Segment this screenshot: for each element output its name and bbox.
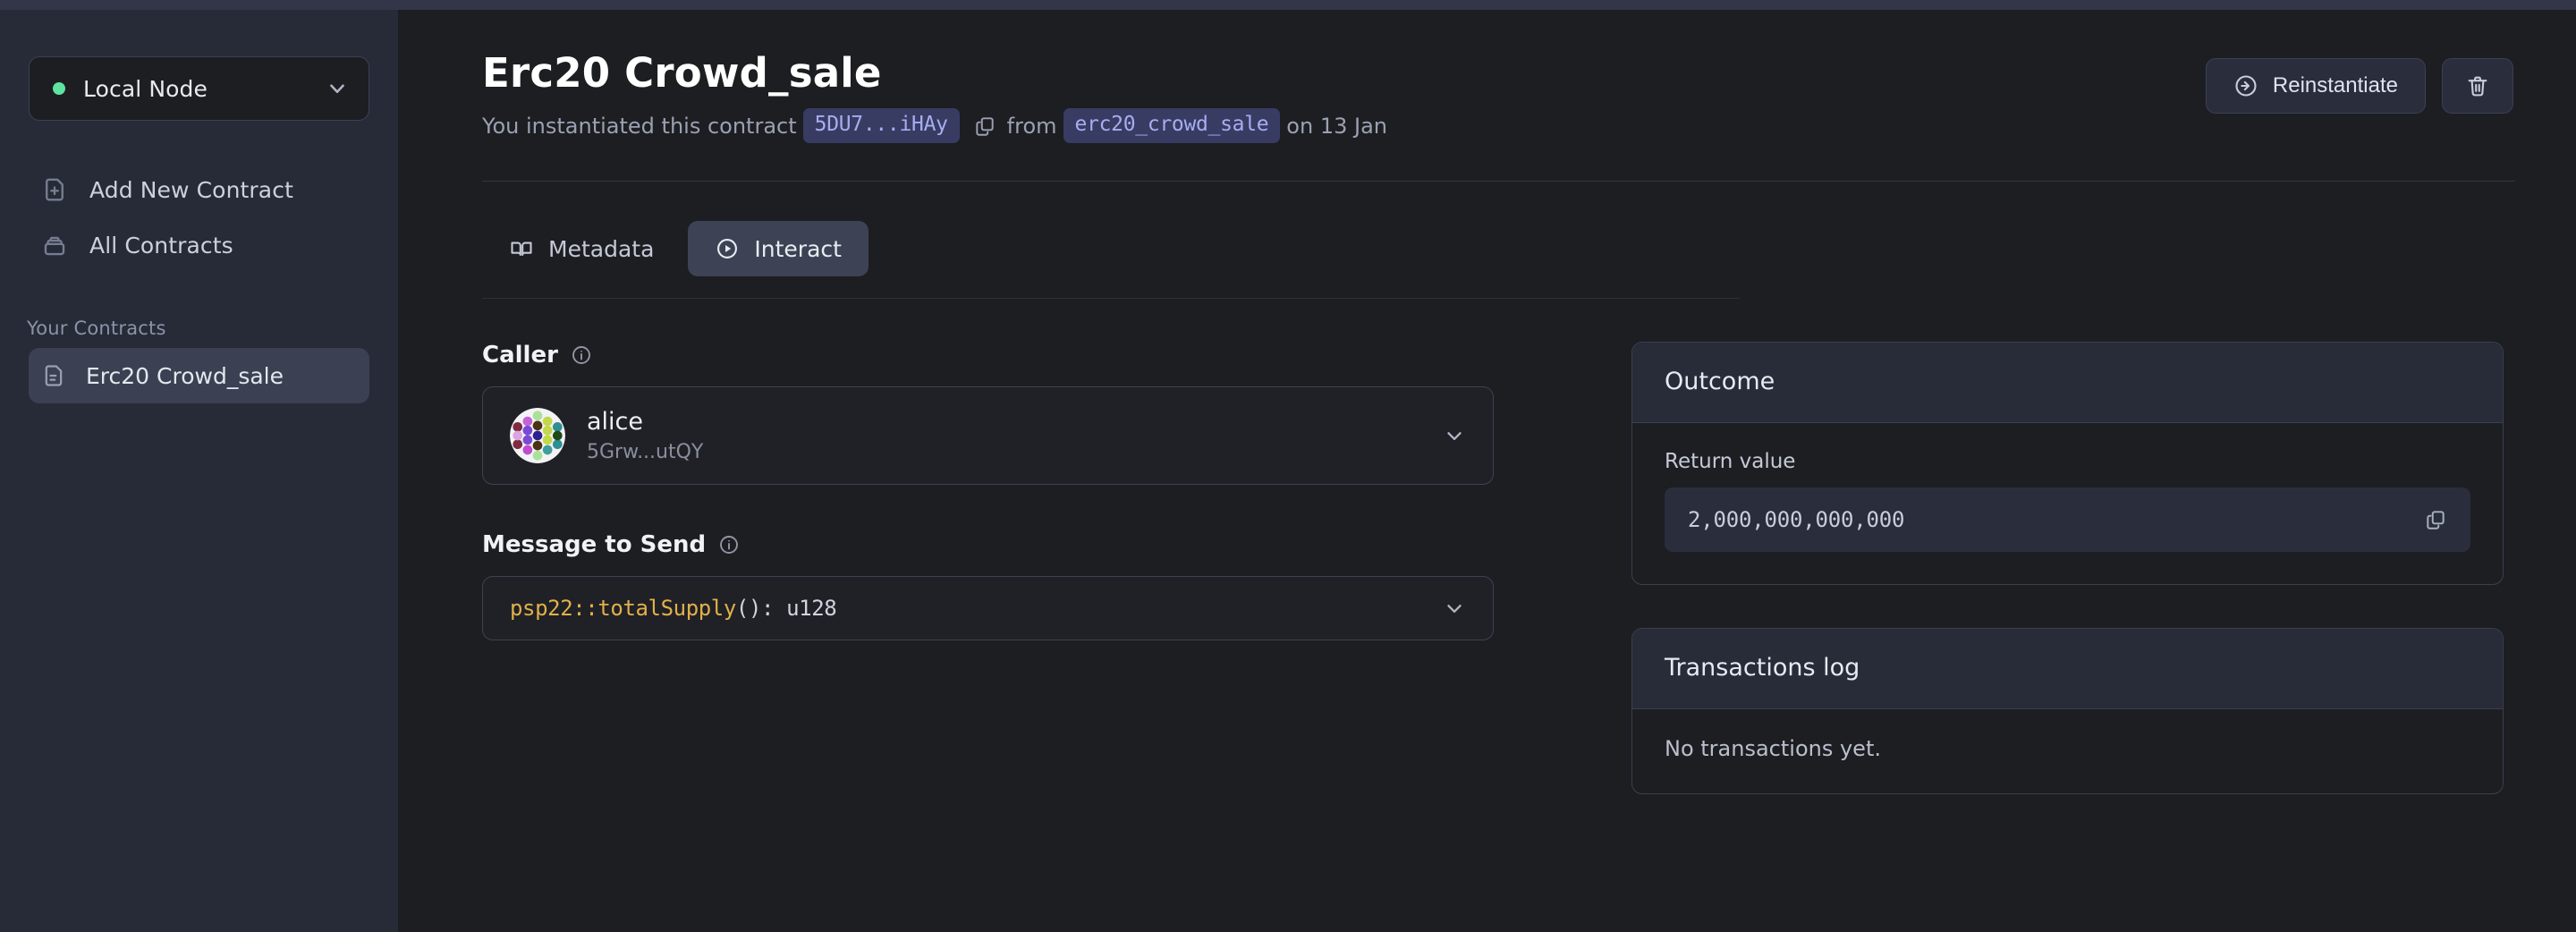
reinstantiate-button[interactable]: Reinstantiate [2205,58,2426,114]
file-plus-icon [41,176,68,203]
reinstantiate-button-label: Reinstantiate [2272,73,2398,97]
tab-interact[interactable]: Interact [688,221,869,277]
message-field-label: Message to Send [482,531,1497,558]
sidebar-item-erc20-crowd-sale[interactable]: Erc20 Crowd_sale [29,348,369,403]
node-selector[interactable]: Local Node [29,56,369,121]
return-value-text: 2,000,000,000,000 [1688,507,1905,533]
return-value-box: 2,000,000,000,000 [1665,487,2470,553]
message-value-parens: (): [735,596,775,622]
message-value-type: u128 [786,596,837,622]
node-selector-label: Local Node [83,75,208,102]
outcome-panel: Outcome Return value 2,000,000,000,000 [1631,342,2504,586]
caller-field-label: Caller [482,342,1497,369]
info-icon[interactable] [718,534,740,555]
contract-subtitle: You instantiated this contract 5DU7...iH… [482,108,1387,144]
tab-divider [482,298,1740,300]
caller-info: alice 5Grw...utQY [587,408,1443,463]
subtitle-prefix: You instantiated this contract [482,113,797,139]
sidebar: Local Node Add New Contract All Contract… [0,10,400,932]
chevron-down-icon [326,77,349,100]
interact-side-panels: Outcome Return value 2,000,000,000,000 T… [1631,342,2513,795]
copy-icon[interactable] [2424,508,2447,531]
transactions-log-header: Transactions log [1632,629,2503,710]
message-value-function: psp22::totalSupply [510,596,736,622]
caller-label-text: Caller [482,342,558,369]
caller-select[interactable]: alice 5Grw...utQY [482,386,1494,486]
chevron-down-icon[interactable] [1443,597,1466,620]
interact-body: Caller alice 5Grw...utQY Message to Send… [482,342,2513,795]
sidebar-nav: Add New Contract All Contracts [0,162,398,273]
header-actions: Reinstantiate [2205,51,2513,114]
archive-icon [41,232,68,258]
sidebar-item-label: Add New Contract [89,176,293,203]
sidebar-item-label: All Contracts [89,232,233,258]
identicon-avatar [510,408,565,464]
page-header-text: Erc20 Crowd_sale You instantiated this c… [482,49,1387,144]
trash-icon [2465,73,2490,98]
window-top-bar [0,0,2576,10]
info-icon[interactable] [571,344,592,366]
play-circle-icon [715,236,740,261]
page-header: Erc20 Crowd_sale You instantiated this c… [482,49,2513,144]
tab-bar: Metadata Interact [482,221,2513,277]
subtitle-date: on 13 Jan [1286,113,1387,139]
transactions-log-title: Transactions log [1665,654,1860,682]
contract-code-badge[interactable]: erc20_crowd_sale [1063,108,1281,144]
book-open-icon [509,236,534,261]
chevron-down-icon[interactable] [1443,424,1466,447]
node-status-dot [53,82,65,95]
file-text-icon [41,363,66,388]
delete-contract-button[interactable] [2442,58,2513,114]
tab-metadata[interactable]: Metadata [482,221,681,276]
sidebar-section-label: Your Contracts [27,318,166,339]
outcome-panel-body: Return value 2,000,000,000,000 [1632,423,2503,584]
message-value: psp22::totalSupply(): u128 [510,596,1443,621]
copy-icon[interactable] [966,114,1007,138]
sidebar-item-add-new-contract[interactable]: Add New Contract [29,162,369,217]
caller-name: alice [587,408,644,436]
panel-spacer [1631,585,2513,628]
message-label-text: Message to Send [482,531,707,559]
transactions-log-panel: Transactions log No transactions yet. [1631,628,2504,795]
return-value-label: Return value [1665,450,1796,474]
header-divider [482,181,2515,182]
outcome-panel-title: Outcome [1665,368,1775,396]
sidebar-item-all-contracts[interactable]: All Contracts [29,217,369,273]
arrow-right-circle-icon [2233,73,2258,98]
subtitle-from-word: from [1006,113,1057,139]
message-select[interactable]: psp22::totalSupply(): u128 [482,576,1494,641]
tab-label: Metadata [548,235,655,262]
transactions-empty-text: No transactions yet. [1665,736,1881,762]
tab-label: Interact [754,235,842,262]
outcome-panel-header: Outcome [1632,343,2503,424]
caller-address: 5Grw...utQY [587,441,704,464]
page-title: Erc20 Crowd_sale [482,49,882,97]
sidebar-item-label: Erc20 Crowd_sale [86,362,284,389]
interact-form: Caller alice 5Grw...utQY Message to Send… [482,342,1497,794]
transactions-log-body: No transactions yet. [1632,709,2503,793]
contract-address-badge[interactable]: 5DU7...iHAy [802,108,960,144]
main-content: Erc20 Crowd_sale You instantiated this c… [400,10,2576,932]
